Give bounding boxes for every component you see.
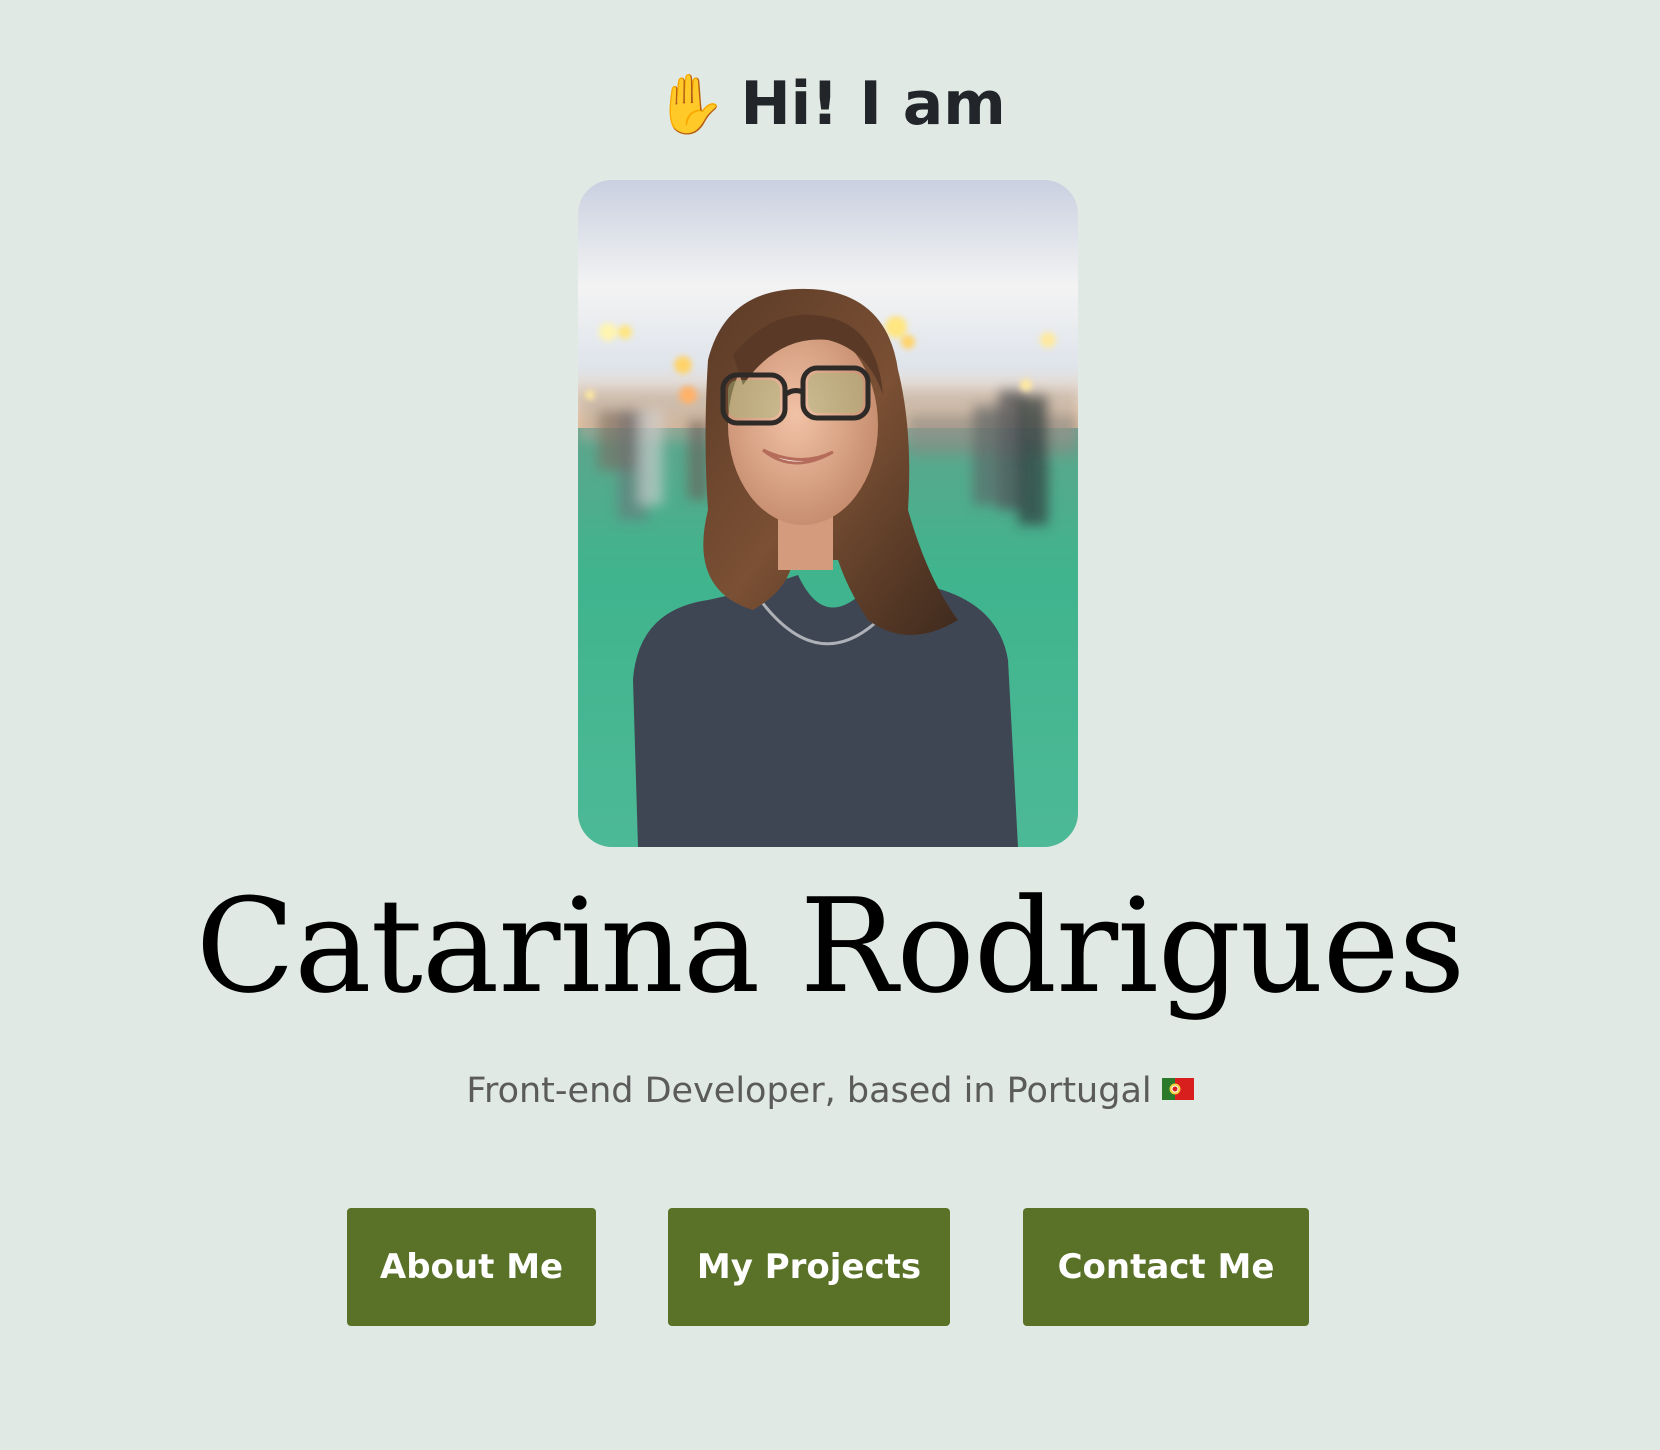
hero-name: Catarina Rodrigues [195,870,1466,1022]
tagline: Front-end Developer, based in Portugal [0,1064,1660,1118]
waving-hand-icon: ✋ [654,70,727,138]
greeting-text: Hi! I am [740,69,1006,139]
greeting: ✋ Hi! I am [0,64,1660,144]
tagline-text: Front-end Developer, based in Portugal [466,1071,1152,1111]
contact-me-button[interactable]: Contact Me [1023,1208,1309,1326]
about-me-button[interactable]: About Me [347,1208,596,1326]
hero-section: ✋ Hi! I am Catarina Rodrigues Front-end … [0,0,1660,1450]
profile-photo [578,180,1078,847]
my-projects-button[interactable]: My Projects [668,1208,950,1326]
portugal-flag-icon [1161,1062,1194,1116]
